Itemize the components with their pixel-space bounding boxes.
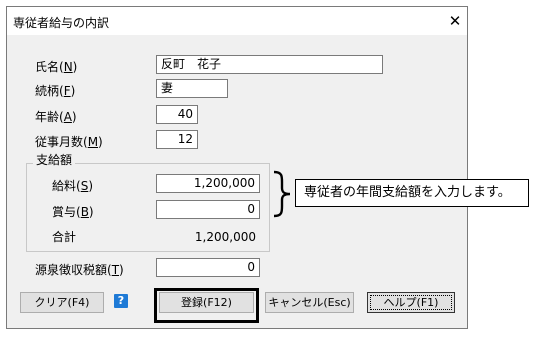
callout-box: 専従者の年間支給額を入力します。 — [295, 179, 529, 207]
title-bar: 専従者給与の内訳 ✕ — [7, 7, 467, 35]
relation-label: 続柄(F) — [35, 84, 76, 98]
help-button[interactable]: ヘルプ(F1) — [367, 292, 455, 313]
cancel-button[interactable]: キャンセル(Esc) — [265, 292, 354, 313]
withholding-field[interactable]: 0 — [156, 258, 260, 277]
bonus-label: 賞与(B) — [52, 205, 94, 219]
salary-field[interactable]: 1,200,000 — [156, 174, 260, 193]
payment-group-label: 支給額 — [33, 153, 76, 167]
close-icon[interactable]: ✕ — [445, 11, 465, 31]
name-field[interactable]: 反町 花子 — [156, 55, 383, 74]
curly-brace-icon — [273, 170, 291, 218]
months-label: 従事月数(M) — [35, 135, 103, 149]
total-label: 合計 — [52, 230, 77, 244]
bonus-field[interactable]: 0 — [156, 200, 260, 219]
withholding-label: 源泉徴収税額(T) — [35, 263, 124, 277]
name-label: 氏名(N) — [35, 60, 78, 74]
relation-field[interactable]: 妻 — [156, 79, 228, 98]
clear-button[interactable]: クリア(F4) — [20, 292, 104, 313]
salary-label: 給料(S) — [52, 179, 93, 193]
dialog-title: 専従者給与の内訳 — [13, 16, 110, 30]
total-value: 1,200,000 — [194, 230, 256, 244]
age-label: 年齢(A) — [35, 110, 77, 124]
help-question-icon[interactable]: ? — [114, 294, 128, 308]
register-button[interactable]: 登録(F12) — [159, 292, 254, 313]
months-field[interactable]: 12 — [156, 130, 198, 149]
age-field[interactable]: 40 — [156, 105, 198, 124]
